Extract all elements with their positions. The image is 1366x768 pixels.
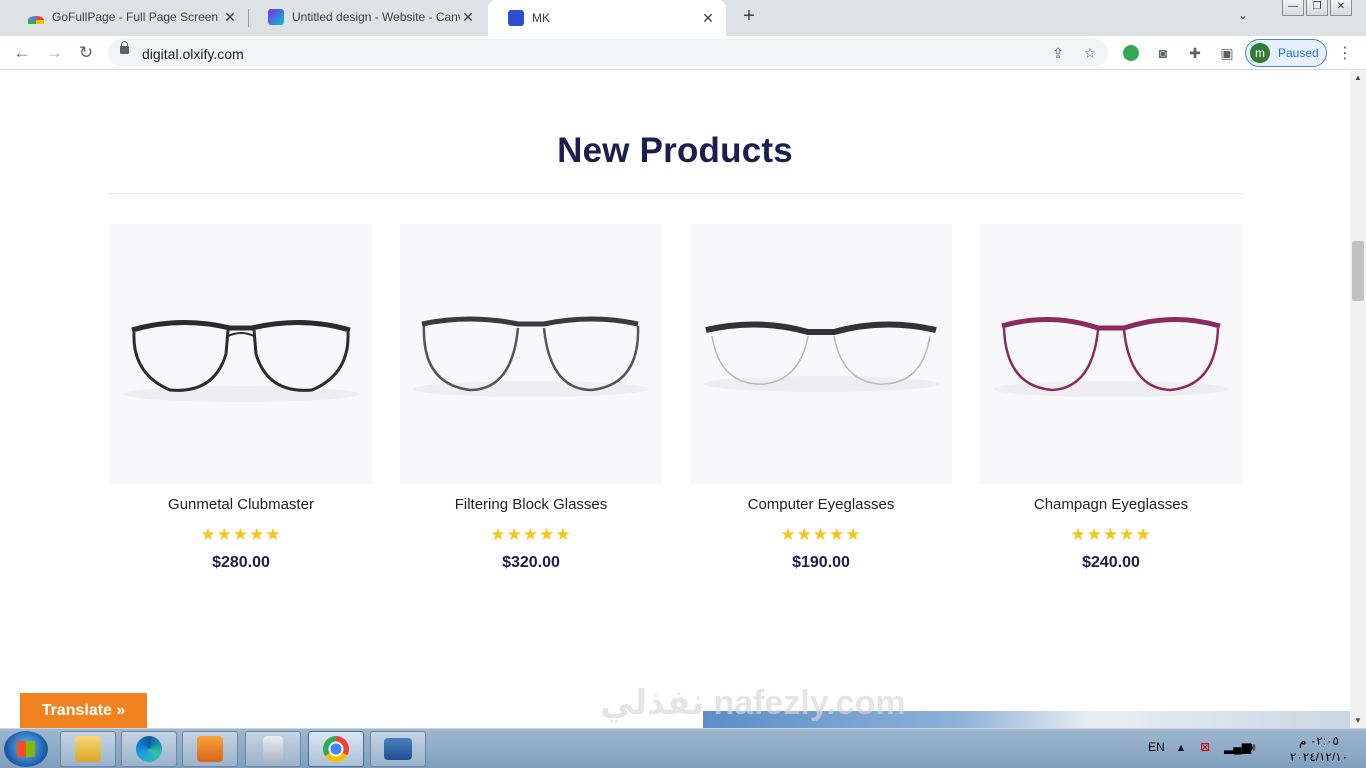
- close-window-button[interactable]: ✕: [1330, 0, 1352, 16]
- section-title: New Products: [557, 131, 793, 170]
- taskbar-edge[interactable]: [121, 731, 177, 767]
- back-arrow-icon[interactable]: ←: [10, 42, 34, 64]
- rating-stars: ★★★★★: [200, 525, 282, 544]
- forward-arrow-icon[interactable]: →: [42, 42, 66, 64]
- volume-icon[interactable]: 🔊︎: [1248, 740, 1256, 755]
- watermark: نفذلي nafezly.com: [600, 684, 906, 722]
- product-price: $240.00: [1082, 554, 1140, 571]
- chrome-icon: [323, 736, 349, 762]
- glasses-icon: [413, 316, 649, 397]
- scrollbar-thumb[interactable]: [1352, 241, 1364, 301]
- taskbar-calculator[interactable]: [245, 731, 301, 767]
- taskbar-chrome[interactable]: [308, 731, 364, 767]
- product-card[interactable]: Gunmetal Clubmaster ★★★★★ $280.00: [110, 224, 372, 572]
- maximize-button[interactable]: ❐: [1306, 0, 1328, 16]
- product-price: $190.00: [792, 554, 850, 571]
- side-panel-icon[interactable]: ▣: [1217, 43, 1237, 63]
- media-player-icon: [197, 736, 223, 762]
- scroll-down-icon[interactable]: ▼: [1350, 714, 1366, 728]
- rating-stars: ★★★★★: [1070, 525, 1152, 544]
- product-name[interactable]: Computer Eyeglasses: [690, 496, 952, 513]
- close-tab-icon[interactable]: ✕: [700, 10, 716, 27]
- tab-mk[interactable]: MK ✕: [488, 0, 726, 36]
- product-image[interactable]: [400, 224, 662, 484]
- window-controls: — ❐ ✕: [1282, 0, 1352, 16]
- file-explorer-icon: [75, 736, 101, 762]
- taskbar-media-player[interactable]: [182, 731, 238, 767]
- product-image[interactable]: [110, 224, 372, 484]
- rating-stars: ★★★★★: [490, 525, 572, 544]
- product-card[interactable]: Filtering Block Glasses ★★★★★ $320.00: [400, 224, 662, 572]
- browser-tab-strip: GoFullPage - Full Page Screen Ca ✕ Untit…: [0, 0, 1366, 36]
- taskbar-remote-desktop[interactable]: [370, 731, 426, 767]
- product-image[interactable]: [980, 224, 1242, 484]
- remote-desktop-icon: [384, 738, 412, 760]
- calculator-icon: [263, 736, 283, 762]
- reload-icon[interactable]: ↻: [74, 42, 98, 64]
- tab-title: Untitled design - Website - Canv: [292, 10, 460, 24]
- extensions-puzzle-icon[interactable]: ✚: [1185, 43, 1205, 63]
- new-tab-button[interactable]: +: [738, 6, 760, 28]
- scroll-up-icon[interactable]: ▲: [1350, 71, 1366, 85]
- network-error-icon[interactable]: ⊠: [1200, 740, 1210, 754]
- tab-title: MK: [532, 11, 550, 25]
- product-name[interactable]: Filtering Block Glasses: [400, 496, 662, 513]
- product-image[interactable]: [690, 224, 952, 484]
- tab-search-chevron-icon[interactable]: ⌄: [1238, 8, 1248, 22]
- glasses-icon: [703, 321, 939, 392]
- camera-icon[interactable]: ◙: [1153, 43, 1173, 63]
- windows-taskbar: EN ▴ ⊠ ▂▄▆ 🔊︎ ٠٢:٠٥ م ٢٠٢٤/١٢/١٠: [0, 728, 1366, 768]
- taskbar-file-explorer[interactable]: [60, 731, 116, 767]
- gofullpage-icon: [28, 16, 44, 24]
- edge-icon: [136, 736, 162, 762]
- avatar: m: [1250, 43, 1270, 63]
- address-bar[interactable]: digital.olxify.com ⇪ ☆: [108, 39, 1108, 67]
- product-card[interactable]: Computer Eyeglasses ★★★★★ $190.00: [690, 224, 952, 572]
- canva-icon: [268, 9, 284, 25]
- translate-button[interactable]: Translate »: [20, 693, 147, 728]
- profile-button[interactable]: m Paused: [1245, 39, 1327, 67]
- glasses-icon: [123, 319, 359, 402]
- bookmark-star-icon[interactable]: ☆: [1080, 43, 1100, 63]
- menu-kebab-icon[interactable]: ⋮: [1337, 43, 1353, 63]
- product-price: $320.00: [502, 554, 560, 571]
- browser-toolbar: ← → ↻ digital.olxify.com ⇪ ☆ ◙ ✚ ▣ m Pau…: [0, 36, 1366, 70]
- section-divider: [108, 193, 1245, 194]
- signal-bars-icon[interactable]: ▂▄▆: [1224, 740, 1251, 754]
- product-name[interactable]: Champagn Eyeglasses: [980, 496, 1242, 513]
- system-clock[interactable]: ٠٢:٠٥ م ٢٠٢٤/١٢/١٠: [1278, 733, 1360, 765]
- language-indicator[interactable]: EN: [1148, 740, 1165, 754]
- start-button[interactable]: [4, 731, 48, 767]
- tab-canva[interactable]: Untitled design - Website - Canv ✕: [248, 0, 486, 34]
- share-icon[interactable]: ⇪: [1048, 43, 1068, 63]
- close-tab-icon[interactable]: ✕: [222, 9, 238, 26]
- page-scrollbar[interactable]: ▲ ▼: [1350, 71, 1366, 728]
- tab-gofullpage[interactable]: GoFullPage - Full Page Screen Ca ✕: [8, 0, 248, 34]
- profile-status: Paused: [1278, 46, 1319, 60]
- show-hidden-icons-icon[interactable]: ▴: [1178, 740, 1184, 754]
- product-price: $280.00: [212, 554, 270, 571]
- mk-site-icon: [508, 10, 524, 26]
- tab-title: GoFullPage - Full Page Screen Ca: [52, 10, 222, 24]
- url-text[interactable]: digital.olxify.com: [142, 46, 244, 62]
- minimize-button[interactable]: —: [1282, 0, 1304, 16]
- glasses-icon: [993, 317, 1229, 397]
- rating-stars: ★★★★★: [780, 525, 862, 544]
- product-card[interactable]: Champagn Eyeglasses ★★★★★ $240.00: [980, 224, 1242, 572]
- close-tab-icon[interactable]: ✕: [460, 9, 476, 26]
- page-content: New Products Gunmetal Clubmaster ★★★★★ $…: [0, 71, 1350, 728]
- clock-date: ٢٠٢٤/١٢/١٠: [1289, 750, 1349, 764]
- extension-green-icon[interactable]: [1121, 43, 1141, 63]
- clock-time: ٠٢:٠٥ م: [1299, 734, 1339, 748]
- product-name[interactable]: Gunmetal Clubmaster: [110, 496, 372, 513]
- lock-icon: [120, 41, 129, 54]
